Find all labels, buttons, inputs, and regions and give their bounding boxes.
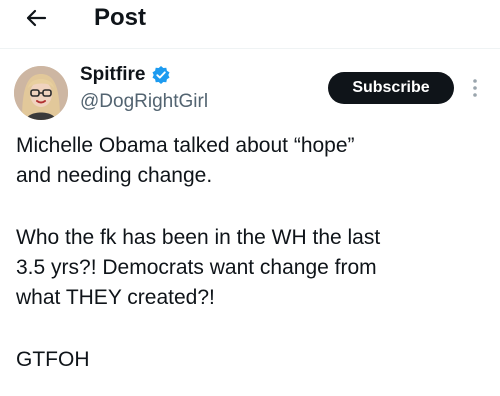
post-line: what THEY created?! — [16, 286, 215, 309]
post-line: GTFOH — [16, 348, 90, 371]
post-text: Michelle Obama talked about “hope” and n… — [16, 131, 486, 375]
author-name-row: Spitfire — [80, 63, 171, 87]
back-button[interactable] — [18, 2, 54, 34]
more-vertical-icon — [472, 77, 478, 99]
post-line: Michelle Obama talked about “hope” — [16, 134, 355, 157]
top-bar: Post — [0, 0, 500, 49]
page-title: Post — [94, 4, 147, 31]
post-page: Post Spitfire @DogRightGirl Subscribe Mi… — [0, 0, 500, 396]
avatar[interactable] — [14, 66, 68, 120]
post-line: Who the fk has been in the WH the last — [16, 226, 381, 249]
author-display-name[interactable]: Spitfire — [80, 63, 145, 87]
more-options-button[interactable] — [468, 74, 482, 102]
subscribe-button[interactable]: Subscribe — [328, 72, 454, 104]
post-line: 3.5 yrs?! Democrats want change from — [16, 256, 377, 279]
verified-badge-icon[interactable] — [151, 65, 171, 85]
arrow-left-icon — [25, 7, 47, 29]
author-handle[interactable]: @DogRightGirl — [80, 90, 208, 114]
post-line: and needing change. — [16, 164, 213, 187]
